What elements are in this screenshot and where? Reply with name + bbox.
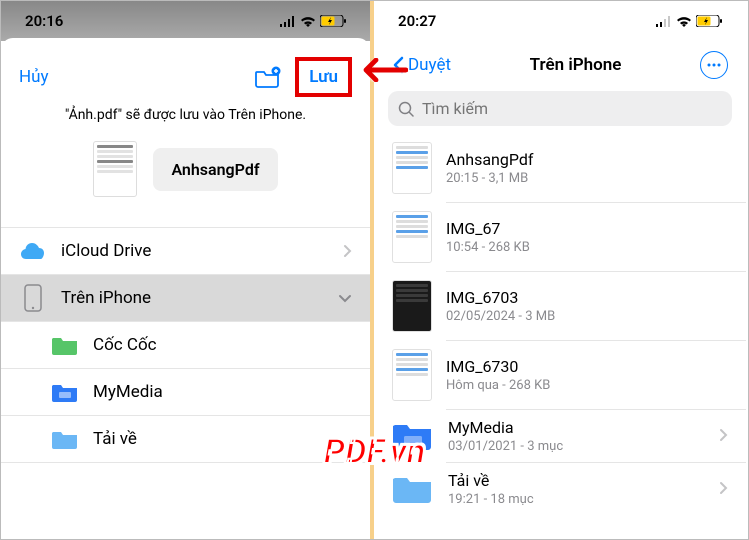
location-icon: [19, 240, 47, 262]
signal-icon: [279, 16, 296, 27]
wifi-icon: [676, 16, 692, 27]
left-phone: 20:16 Hủy Lưu "Ảnh.pdf" sẽ được lưu vào …: [1, 1, 374, 539]
file-thumbnail: [392, 211, 432, 263]
signal-icon: [655, 16, 672, 27]
location-item-cốc-cốc[interactable]: Cốc Cốc: [1, 322, 370, 369]
search-input[interactable]: [422, 99, 722, 118]
save-button-highlight: Lưu: [295, 57, 352, 97]
ellipsis-icon: [707, 63, 721, 67]
file-name: IMG_6730: [446, 357, 728, 376]
filename-field[interactable]: AnhsangPdf: [153, 148, 277, 191]
more-options-button[interactable]: [700, 51, 728, 79]
nav-bar: Hủy Lưu: [1, 41, 370, 107]
file-row[interactable]: AnhsangPdf 20:15 - 3,1 MB: [374, 134, 746, 202]
location-label: Trên iPhone: [61, 288, 324, 308]
location-icon: [51, 428, 79, 450]
file-meta: 20:15 - 3,1 MB: [446, 171, 728, 186]
file-thumbnail: [392, 142, 432, 194]
status-bar: 20:16: [1, 1, 370, 41]
file-name: IMG_6703: [446, 288, 728, 307]
file-name: AnhsangPdf: [446, 150, 728, 169]
location-label: Cốc Cốc: [93, 335, 352, 355]
file-info: Tải về 19:21 - 18 mục: [448, 471, 705, 507]
file-meta: Hôm qua - 268 KB: [446, 378, 728, 393]
file-info: AnhsangPdf 20:15 - 3,1 MB: [446, 150, 728, 186]
folder-icon: [392, 472, 434, 506]
location-label: iCloud Drive: [61, 241, 329, 261]
location-item-tải-về[interactable]: Tải về: [1, 416, 370, 463]
location-list: iCloud Drive Trên iPhone Cốc Cốc MyMedia Tải…: [1, 227, 370, 463]
right-phone: 20:27 Duyệt Trên iPhone AnhsangPdf 20:15 …: [374, 1, 746, 539]
location-item-trên-iphone[interactable]: Trên iPhone: [1, 275, 370, 322]
chevron-right-icon: [719, 427, 728, 446]
file-info: IMG_67 10:54 - 268 KB: [446, 219, 728, 255]
cancel-button[interactable]: Hủy: [19, 67, 49, 87]
chevron-right-icon: [719, 480, 728, 499]
file-preview: AnhsangPdf: [1, 141, 370, 227]
file-meta: 19:21 - 18 mục: [448, 492, 705, 507]
save-info-text: "Ảnh.pdf" sẽ được lưu vào Trên iPhone.: [1, 107, 370, 141]
chevron-down-icon: [338, 294, 352, 303]
search-icon: [398, 101, 414, 117]
file-thumbnail: [392, 280, 432, 332]
status-icons: [279, 15, 346, 27]
file-name: MyMedia: [448, 418, 705, 437]
status-time: 20:16: [25, 12, 63, 30]
battery-charging-icon: [320, 15, 346, 27]
file-row[interactable]: Tải về 19:21 - 18 mục: [374, 463, 746, 515]
save-button[interactable]: Lưu: [309, 67, 338, 87]
location-label: MyMedia: [93, 382, 352, 402]
battery-charging-icon: [696, 15, 722, 27]
location-icon: [19, 287, 47, 309]
file-info: IMG_6730 Hôm qua - 268 KB: [446, 357, 728, 393]
back-button[interactable]: Duyệt: [392, 55, 451, 75]
status-icons: [655, 15, 722, 27]
location-item-icloud-drive[interactable]: iCloud Drive: [1, 228, 370, 275]
location-label: Tải về: [93, 429, 352, 449]
wifi-icon: [300, 16, 316, 27]
file-row[interactable]: MyMedia 03/01/2021 - 3 mục: [374, 410, 746, 462]
status-bar: 20:27: [374, 1, 746, 41]
back-label: Duyệt: [408, 55, 451, 75]
watermark: PDF.vn: [324, 432, 426, 472]
file-row[interactable]: IMG_67 10:54 - 268 KB: [374, 203, 746, 271]
page-title: Trên iPhone: [530, 55, 622, 75]
file-list: AnhsangPdf 20:15 - 3,1 MB IMG_67 10:54 - 26…: [374, 134, 746, 515]
file-name: Tải về: [448, 471, 705, 490]
chevron-left-icon: [392, 56, 404, 74]
file-name: IMG_67: [446, 219, 728, 238]
new-folder-icon[interactable]: [255, 66, 281, 88]
file-thumbnail: [93, 141, 137, 197]
nav-bar: Duyệt Trên iPhone: [374, 41, 746, 85]
file-meta: 02/05/2024 - 3 MB: [446, 309, 728, 324]
file-row[interactable]: IMG_6730 Hôm qua - 268 KB: [374, 341, 746, 409]
location-item-mymedia[interactable]: MyMedia: [1, 369, 370, 416]
file-row[interactable]: IMG_6703 02/05/2024 - 3 MB: [374, 272, 746, 340]
location-icon: [51, 334, 79, 356]
status-time: 20:27: [398, 12, 436, 30]
file-meta: 03/01/2021 - 3 mục: [448, 439, 705, 454]
chevron-right-icon: [343, 244, 352, 258]
search-bar[interactable]: [388, 91, 732, 126]
file-info: IMG_6703 02/05/2024 - 3 MB: [446, 288, 728, 324]
file-thumbnail: [392, 349, 432, 401]
file-info: MyMedia 03/01/2021 - 3 mục: [448, 418, 705, 454]
file-meta: 10:54 - 268 KB: [446, 240, 728, 255]
location-icon: [51, 381, 79, 403]
